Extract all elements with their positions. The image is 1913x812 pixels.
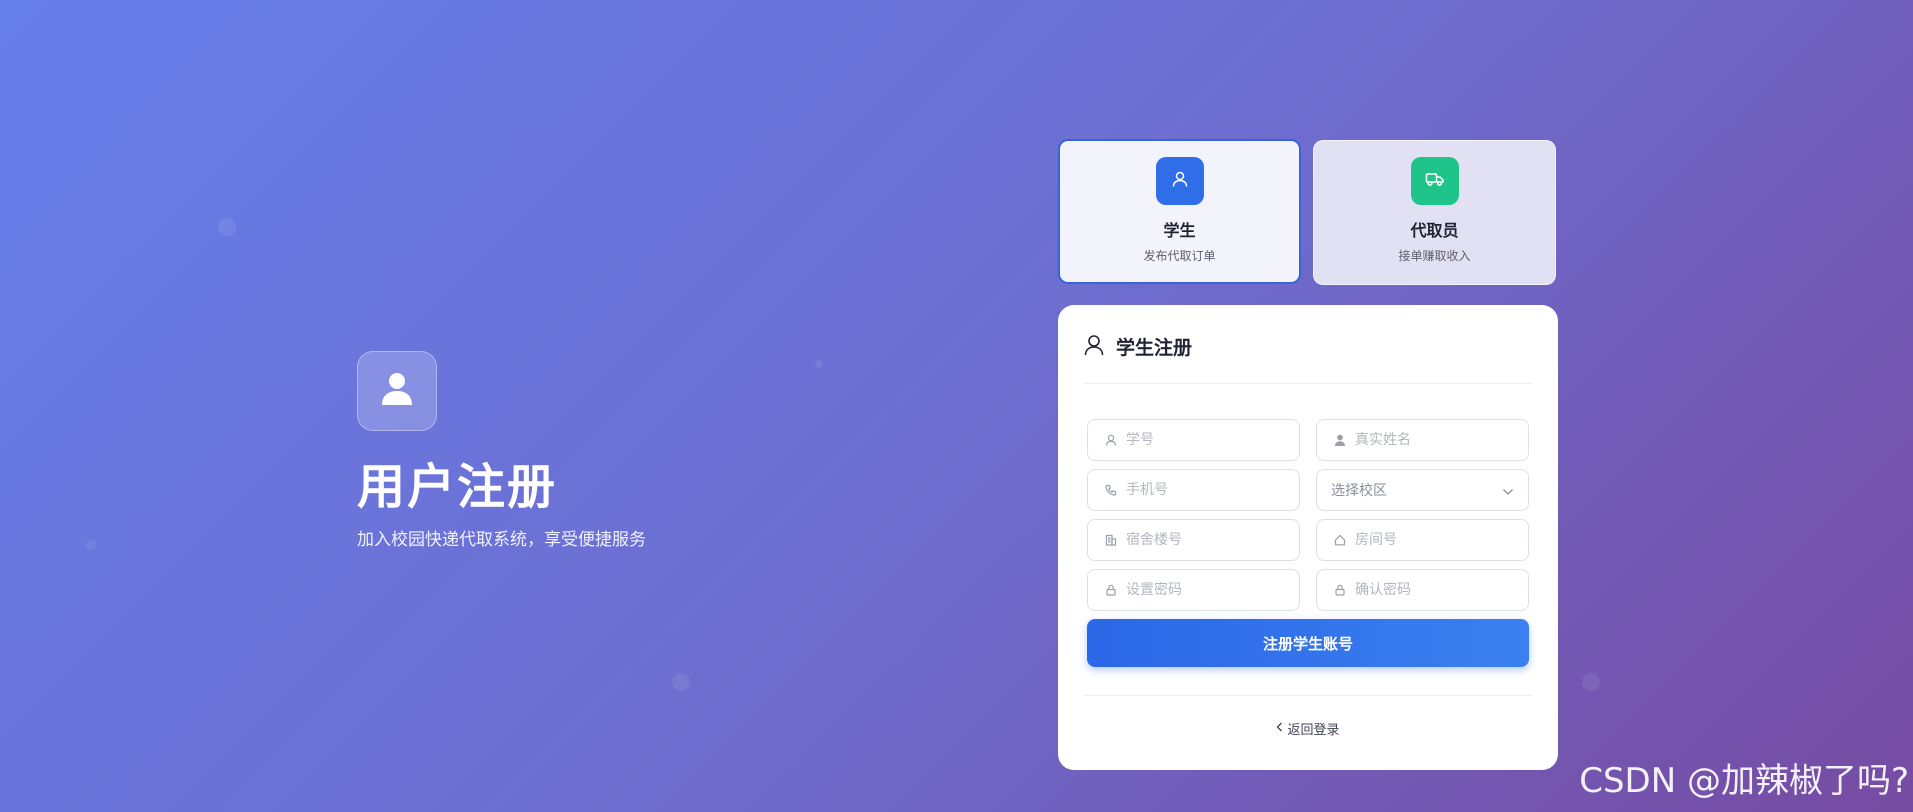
watermark: CSDN @加辣椒了吗? xyxy=(1579,761,1909,801)
background-dot xyxy=(1582,673,1600,691)
page-subtitle: 加入校园快递代取系统，享受便捷服务 xyxy=(357,530,646,550)
real-name-input[interactable] xyxy=(1355,432,1515,448)
role-card-student[interactable]: 学生 发布代取订单 xyxy=(1058,139,1301,284)
form-title: 学生注册 xyxy=(1116,337,1193,359)
real-name-field[interactable] xyxy=(1316,419,1529,461)
back-to-login-link[interactable]: 返回登录 xyxy=(1058,719,1558,738)
home-icon xyxy=(1333,533,1347,547)
registration-form-card: 学生注册 选择校区 xyxy=(1058,305,1558,770)
phone-icon xyxy=(1104,483,1118,497)
role-icon-box-student xyxy=(1155,157,1204,205)
room-field[interactable] xyxy=(1316,519,1529,561)
background-dot xyxy=(86,540,96,550)
password-field[interactable] xyxy=(1087,569,1300,611)
user-icon xyxy=(1104,433,1118,447)
chevron-down-icon xyxy=(1502,481,1514,500)
confirm-password-input[interactable] xyxy=(1355,582,1515,598)
dorm-field[interactable] xyxy=(1087,519,1300,561)
role-title-student: 学生 xyxy=(1163,221,1196,240)
user-icon xyxy=(1084,334,1104,360)
student-id-field[interactable] xyxy=(1087,419,1300,461)
campus-select-value: 选择校区 xyxy=(1331,483,1387,499)
building-icon xyxy=(1104,533,1118,547)
role-card-courier[interactable]: 代取员 接单赚取收入 xyxy=(1313,140,1556,285)
lock-icon xyxy=(1333,583,1347,597)
confirm-password-field[interactable] xyxy=(1316,569,1529,611)
footer-divider xyxy=(1084,695,1532,696)
student-id-input[interactable] xyxy=(1126,432,1286,448)
user-icon xyxy=(1171,170,1189,192)
background-dot xyxy=(672,673,690,691)
user-icon xyxy=(381,372,413,410)
hero-section: 用户注册 加入校园快递代取系统，享受便捷服务 xyxy=(357,351,777,550)
form-header: 学生注册 xyxy=(1084,333,1192,360)
background-dot xyxy=(218,218,236,236)
role-desc-student: 发布代取订单 xyxy=(1143,249,1216,263)
background-dot xyxy=(815,360,823,368)
phone-input[interactable] xyxy=(1126,482,1286,498)
hero-icon-box xyxy=(357,351,437,431)
truck-icon xyxy=(1425,170,1445,192)
lock-icon xyxy=(1104,583,1118,597)
back-to-login-label: 返回登录 xyxy=(1287,723,1340,738)
campus-select[interactable]: 选择校区 xyxy=(1316,469,1529,511)
page-title: 用户注册 xyxy=(357,459,558,515)
chevron-left-icon xyxy=(1276,721,1287,736)
role-title-courier: 代取员 xyxy=(1410,221,1459,240)
room-input[interactable] xyxy=(1355,532,1515,548)
header-divider xyxy=(1084,383,1532,384)
password-input[interactable] xyxy=(1126,582,1286,598)
dorm-input[interactable] xyxy=(1126,532,1286,548)
phone-field[interactable] xyxy=(1087,469,1300,511)
role-icon-box-courier xyxy=(1410,157,1459,205)
role-desc-courier: 接单赚取收入 xyxy=(1398,249,1471,263)
person-icon xyxy=(1333,433,1347,447)
register-button[interactable]: 注册学生账号 xyxy=(1087,619,1529,667)
